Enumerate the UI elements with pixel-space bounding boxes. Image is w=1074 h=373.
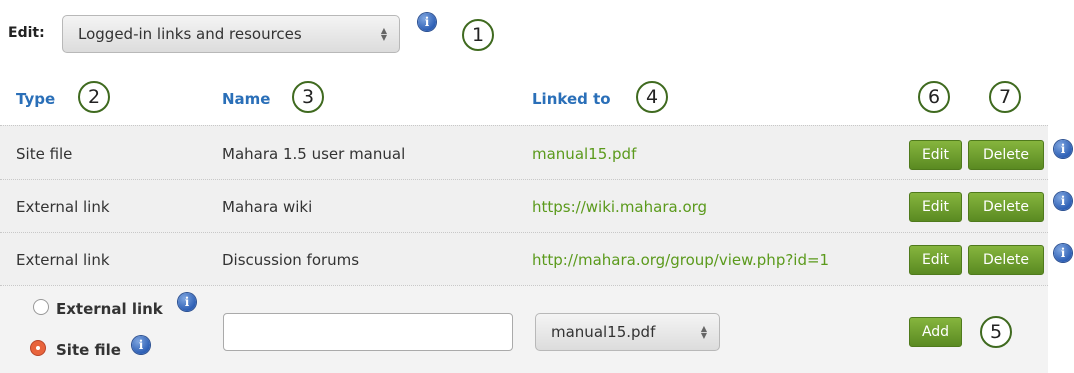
info-icon[interactable]: i (1054, 244, 1072, 262)
edit-label: Edit: (8, 25, 45, 41)
delete-button[interactable]: Delete (968, 140, 1044, 170)
links-type-select-value: Logged-in links and resources (78, 25, 302, 43)
delete-button[interactable]: Delete (968, 245, 1044, 275)
info-icon[interactable]: i (418, 13, 436, 31)
table-row: External link Mahara wiki https://wiki.m… (0, 179, 1048, 232)
select-arrows-icon: ▲ ▼ (700, 324, 707, 340)
radio-site-file-label[interactable]: Site file (56, 341, 121, 359)
info-icon[interactable]: i (178, 293, 196, 311)
delete-button[interactable]: Delete (968, 192, 1044, 222)
select-arrows-icon: ▲ ▼ (380, 26, 387, 42)
site-file-select-value: manual15.pdf (551, 323, 656, 341)
radio-selected-icon[interactable] (30, 340, 46, 356)
row-type: External link (16, 251, 110, 269)
edit-button[interactable]: Edit (909, 192, 962, 222)
row-link[interactable]: http://mahara.org/group/view.php?id=1 (532, 251, 829, 269)
row-type: Site file (16, 145, 73, 163)
table-row: Site file Mahara 1.5 user manual manual1… (0, 125, 1048, 179)
row-link[interactable]: manual15.pdf (532, 145, 636, 163)
callout-6: 6 (918, 81, 950, 113)
radio-external-link-label[interactable]: External link (56, 300, 163, 318)
row-name: Mahara wiki (222, 198, 313, 216)
link-name-input[interactable] (223, 313, 513, 351)
callout-2: 2 (78, 81, 110, 113)
add-row (0, 285, 1048, 373)
info-icon[interactable]: i (1054, 192, 1072, 210)
callout-5: 5 (980, 316, 1012, 348)
links-type-select[interactable]: Logged-in links and resources ▲ ▼ (62, 15, 400, 53)
edit-button[interactable]: Edit (909, 140, 962, 170)
row-name: Discussion forums (222, 251, 360, 269)
callout-1: 1 (462, 19, 494, 51)
row-link[interactable]: https://wiki.mahara.org (532, 198, 707, 216)
radio-external-link[interactable] (33, 299, 49, 315)
table-row: External link Discussion forums http://m… (0, 232, 1048, 285)
callout-7: 7 (989, 81, 1021, 113)
info-icon[interactable]: i (132, 336, 150, 354)
row-name: Mahara 1.5 user manual (222, 145, 406, 163)
add-button[interactable]: Add (909, 317, 962, 347)
info-icon[interactable]: i (1054, 140, 1072, 158)
callout-3: 3 (292, 81, 324, 113)
row-type: External link (16, 198, 110, 216)
column-header-type[interactable]: Type (16, 90, 55, 108)
callout-4: 4 (636, 81, 668, 113)
column-header-name[interactable]: Name (222, 90, 270, 108)
edit-button[interactable]: Edit (909, 245, 962, 275)
site-file-select[interactable]: manual15.pdf ▲ ▼ (535, 313, 720, 351)
column-header-linked-to[interactable]: Linked to (532, 90, 611, 108)
